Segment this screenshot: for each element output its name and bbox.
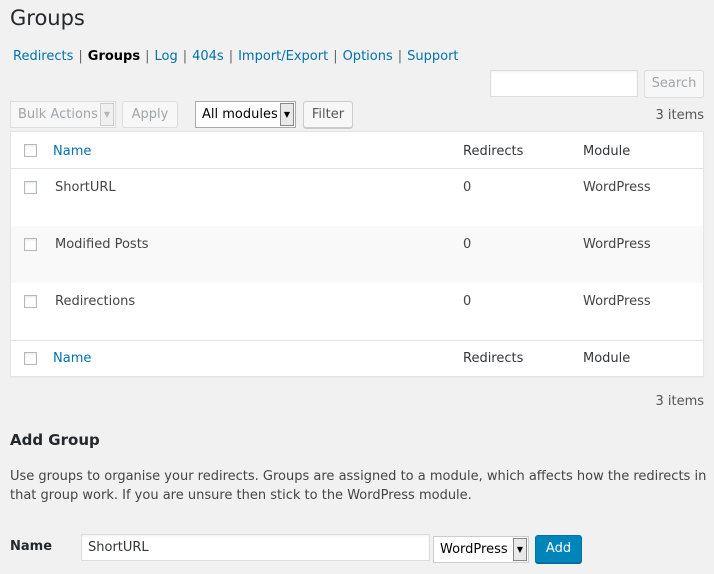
group-redirects: 0 [463,294,472,309]
bulk-actions-label: Bulk Actions [18,107,98,122]
add-group-description: Use groups to organise your redirects. G… [10,469,707,503]
subnav-groups[interactable]: Groups [88,49,140,64]
group-module: WordPress [583,237,651,252]
column-name-footer[interactable]: Name [53,351,91,366]
column-module-footer: Module [583,351,631,366]
module-filter-label: All modules [202,107,278,122]
group-module: WordPress [583,294,651,309]
triangle-down-icon: ▼ [513,538,527,561]
group-name-input[interactable]: ShortURL [81,534,430,561]
subnav-404s[interactable]: 404s [192,49,224,64]
subnav-log[interactable]: Log [154,49,177,64]
row-checkbox[interactable] [24,181,37,194]
group-name[interactable]: ShortURL [55,180,116,195]
apply-button[interactable]: Apply [122,101,178,128]
column-redirects-footer: Redirects [463,351,524,366]
triangle-down-icon: ▼ [280,103,294,126]
subnav-support[interactable]: Support [407,49,458,64]
group-name[interactable]: Modified Posts [55,237,149,252]
search-button[interactable]: Search [644,70,704,98]
triangle-down-icon: ▼ [100,103,114,126]
module-select[interactable]: WordPress ▼ [433,536,529,563]
table-row: Modified Posts 0 WordPress [11,226,703,283]
column-redirects-header: Redirects [463,144,524,159]
select-all-checkbox-footer[interactable] [24,352,37,365]
add-group-heading: Add Group [10,431,100,449]
subnav-import-export[interactable]: Import/Export [238,49,328,64]
add-group-button[interactable]: Add [535,535,582,563]
subnav-redirects[interactable]: Redirects [13,49,73,64]
table-row: Redirections 0 WordPress [11,283,703,340]
table-row: ShortURL 0 WordPress [11,169,703,226]
groups-table: Name Redirects Module ShortURL 0 WordPre… [10,131,704,377]
select-all-checkbox[interactable] [24,144,37,157]
row-checkbox[interactable] [24,238,37,251]
column-module-header: Module [583,144,631,159]
filter-button[interactable]: Filter [303,101,353,128]
items-count-bottom: 3 items [655,394,704,409]
group-redirects: 0 [463,180,472,195]
module-filter-select[interactable]: All modules ▼ [195,101,296,128]
table-header-row: Name Redirects Module [11,132,703,169]
module-select-label: WordPress [440,542,508,557]
subsubsub-nav: Redirects | Groups | Log | 404s | Import/Export |… [13,49,459,64]
page-title: Groups [10,6,85,30]
group-redirects: 0 [463,237,472,252]
table-footer-row: Name Redirects Module [11,340,703,376]
column-name-header[interactable]: Name [53,144,91,159]
group-module: WordPress [583,180,651,195]
bulk-actions-select[interactable]: Bulk Actions ▼ [10,101,116,128]
subnav-options[interactable]: Options [343,49,393,64]
search-input[interactable] [490,70,638,97]
items-count-top: 3 items [655,108,704,123]
name-label: Name [10,539,53,554]
row-checkbox[interactable] [24,295,37,308]
group-name[interactable]: Redirections [55,294,135,309]
